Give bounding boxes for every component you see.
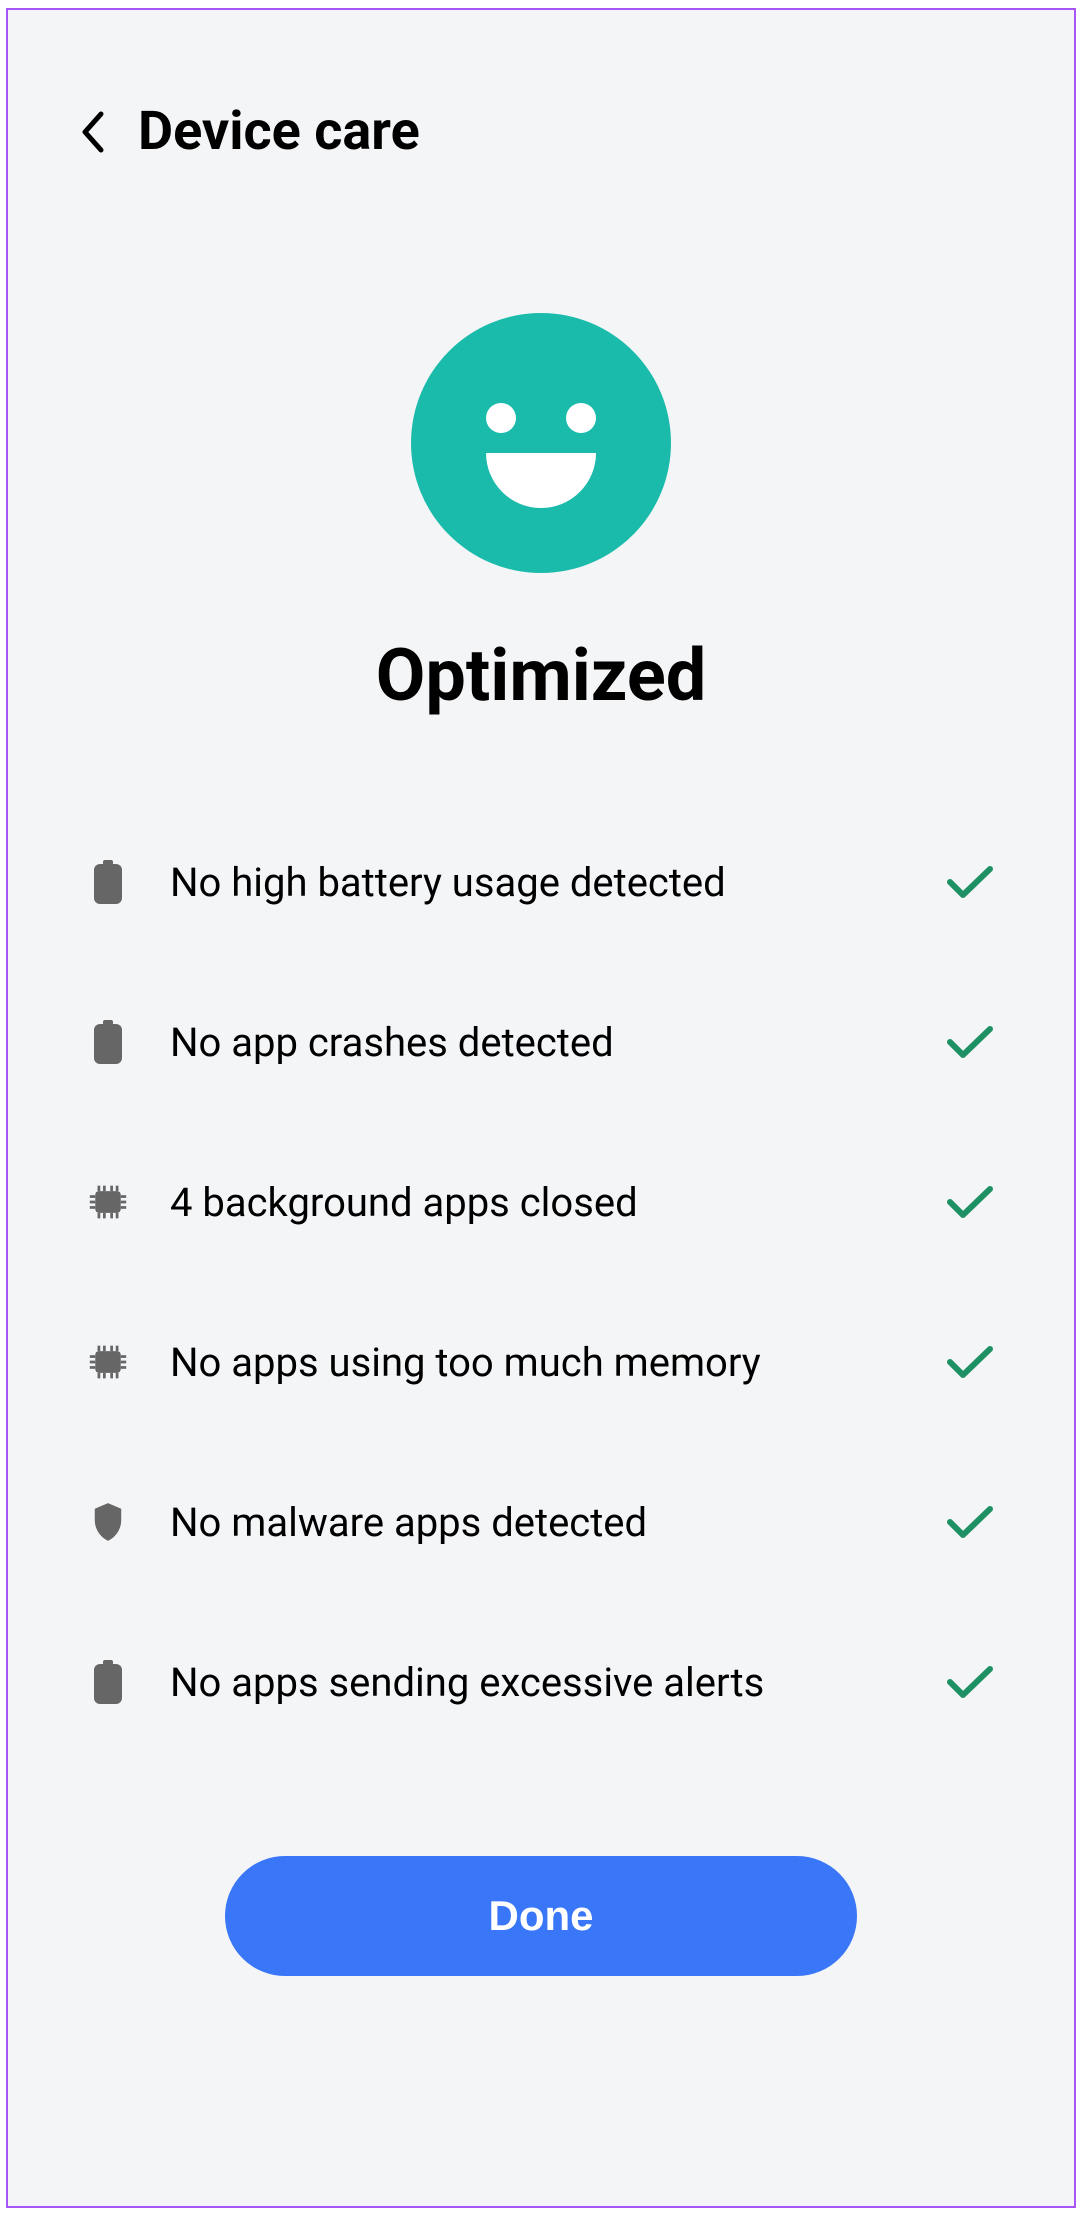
footer: Done [78,1856,1004,1976]
chip-icon [88,1178,128,1226]
shield-icon [88,1498,128,1546]
header: Device care [78,100,1004,163]
battery-icon [88,858,128,906]
check-icon [946,1345,994,1379]
list-item-label: No app crashes detected [170,1019,904,1066]
check-icon [946,1505,994,1539]
results-list: No high battery usage detected No app cr… [78,858,1004,1706]
page-title: Device care [138,100,420,163]
list-item-label: No malware apps detected [170,1499,904,1546]
done-button[interactable]: Done [225,1856,857,1976]
status-illustration [78,313,1004,573]
check-icon [946,1025,994,1059]
list-item-label: No apps using too much memory [170,1339,904,1386]
check-icon [946,1185,994,1219]
device-care-page: Device care Optimized No high battery us… [6,8,1076,2208]
status-title: Optimized [78,633,1004,718]
check-icon [946,865,994,899]
list-item: No malware apps detected [88,1498,994,1546]
battery-icon [88,1658,128,1706]
list-item-label: No apps sending excessive alerts [170,1659,904,1706]
battery-icon [88,1018,128,1066]
chip-icon [88,1338,128,1386]
list-item: No high battery usage detected [88,858,994,906]
list-item: No apps using too much memory [88,1338,994,1386]
back-icon[interactable] [78,107,108,157]
check-icon [946,1665,994,1699]
list-item: No apps sending excessive alerts [88,1658,994,1706]
list-item-label: 4 background apps closed [170,1179,904,1226]
list-item: No app crashes detected [88,1018,994,1066]
list-item-label: No high battery usage detected [170,859,904,906]
smiley-face-icon [411,313,671,573]
list-item: 4 background apps closed [88,1178,994,1226]
